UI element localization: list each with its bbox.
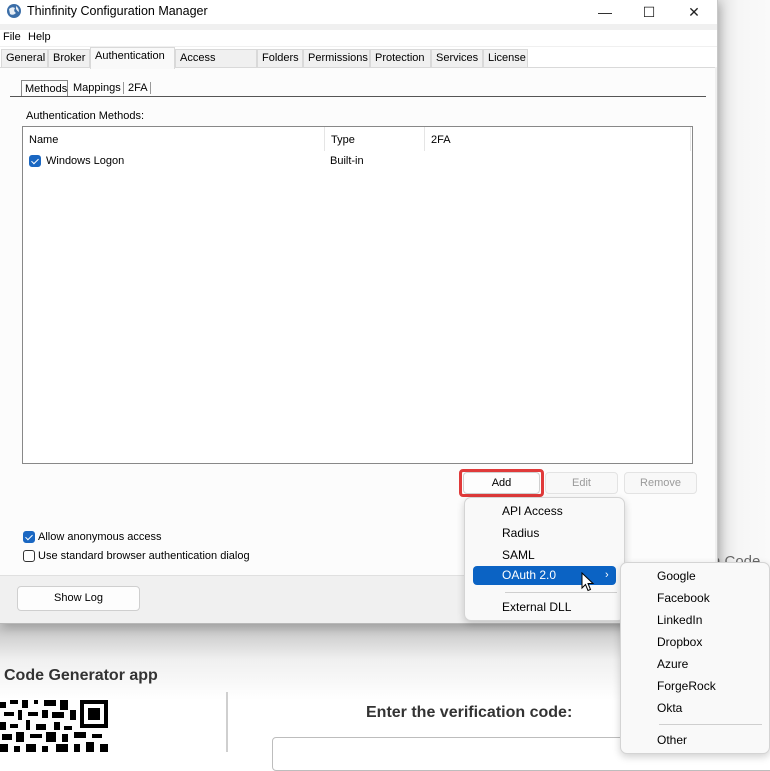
tab-permissions[interactable]: Permissions xyxy=(303,49,370,67)
menu-item-oauth[interactable]: OAuth 2.0 › xyxy=(465,566,624,588)
menu-item-label: OAuth 2.0 xyxy=(502,568,557,582)
submenu-item-okta[interactable]: Okta xyxy=(621,697,769,719)
show-log-button[interactable]: Show Log xyxy=(17,586,140,611)
qr-code xyxy=(0,698,108,752)
standard-browser-auth-checkbox[interactable] xyxy=(23,550,35,562)
verification-code-label: Enter the verification code: xyxy=(366,704,573,721)
column-header-type[interactable]: Type xyxy=(325,127,425,151)
tab-general[interactable]: General xyxy=(1,49,48,67)
menu-help[interactable]: Help xyxy=(28,31,51,43)
menu-item-label: SAML xyxy=(502,548,535,562)
submenu-item-google[interactable]: Google xyxy=(621,565,769,587)
tab-broker[interactable]: Broker xyxy=(48,49,90,67)
tab-access-profiles[interactable]: Access Profiles xyxy=(175,49,257,81)
authentication-methods-list[interactable]: Name Type 2FA Windows Logon Built-in xyxy=(22,126,693,464)
tab-authentication[interactable]: Authentication xyxy=(90,47,175,69)
column-header-name[interactable]: Name xyxy=(23,127,325,151)
row-name: Windows Logon xyxy=(46,155,125,167)
subtab-2fa[interactable]: 2FA xyxy=(125,80,151,96)
thinfinity-globe-icon xyxy=(7,4,21,18)
tab-services[interactable]: Services xyxy=(431,49,483,67)
maximize-button[interactable]: ☐ xyxy=(626,0,672,24)
close-button[interactable]: ✕ xyxy=(671,0,717,24)
list-header: Name Type 2FA xyxy=(23,127,692,151)
title-bar[interactable]: Thinfinity Configuration Manager — ☐ ✕ xyxy=(0,0,717,24)
submenu-item-label: Okta xyxy=(657,701,683,715)
subtabs-divider xyxy=(10,96,706,97)
menu-item-api-access[interactable]: API Access xyxy=(465,500,624,522)
submenu-item-dropbox[interactable]: Dropbox xyxy=(621,631,769,653)
menu-item-external-dll[interactable]: External DLL xyxy=(465,596,624,618)
row-enabled-checkbox[interactable] xyxy=(29,155,41,167)
allow-anonymous-checkbox[interactable] xyxy=(23,531,35,543)
submenu-separator xyxy=(659,724,762,725)
subtab-separator xyxy=(150,82,151,94)
window-title: Thinfinity Configuration Manager xyxy=(27,4,208,18)
background-page-edge xyxy=(718,0,770,620)
background-divider xyxy=(226,692,228,752)
tab-protection[interactable]: Protection xyxy=(370,49,431,67)
mouse-pointer-icon xyxy=(581,572,595,592)
subtab-mappings[interactable]: Mappings xyxy=(70,80,124,96)
submenu-item-label: Other xyxy=(657,733,688,747)
submenu-item-label: Azure xyxy=(657,657,689,671)
add-menu: API Access Radius SAML OAuth 2.0 › Exter… xyxy=(464,497,625,621)
submenu-item-linkedin[interactable]: LinkedIn xyxy=(621,609,769,631)
submenu-item-label: ForgeRock xyxy=(657,679,716,693)
menu-item-label: API Access xyxy=(502,504,563,518)
row-type: Built-in xyxy=(330,155,364,167)
menu-item-label: External DLL xyxy=(502,600,572,614)
close-icon: ✕ xyxy=(688,3,700,20)
main-tabs: General Broker Authentication Access Pro… xyxy=(0,47,717,81)
menu-item-radius[interactable]: Radius xyxy=(465,522,624,544)
oauth-submenu: Google Facebook LinkedIn Dropbox Azure F… xyxy=(620,562,770,754)
add-button-highlight xyxy=(459,469,544,497)
code-generator-heading: Code Generator app xyxy=(4,667,158,684)
menu-file[interactable]: File xyxy=(3,31,21,43)
minimize-button[interactable]: — xyxy=(582,0,628,24)
tab-license[interactable]: License xyxy=(483,49,528,67)
subtab-separator xyxy=(123,82,124,94)
column-header-2fa[interactable]: 2FA xyxy=(425,127,691,151)
minimize-icon: — xyxy=(598,4,612,20)
submenu-chevron-icon: › xyxy=(605,569,609,581)
menu-item-label: Radius xyxy=(502,526,540,540)
maximize-icon: ☐ xyxy=(642,3,656,20)
remove-button[interactable]: Remove xyxy=(624,472,697,494)
authentication-methods-label: Authentication Methods: xyxy=(26,110,145,122)
submenu-item-label: Facebook xyxy=(657,591,710,605)
edit-button[interactable]: Edit xyxy=(545,472,618,494)
submenu-item-forgerock[interactable]: ForgeRock xyxy=(621,675,769,697)
submenu-item-label: Dropbox xyxy=(657,635,703,649)
standard-browser-auth-label[interactable]: Use standard browser authentication dial… xyxy=(38,550,250,562)
submenu-item-facebook[interactable]: Facebook xyxy=(621,587,769,609)
submenu-item-label: LinkedIn xyxy=(657,613,703,627)
menu-item-saml[interactable]: SAML xyxy=(465,544,624,566)
table-row[interactable]: Windows Logon Built-in xyxy=(23,152,692,172)
submenu-item-other[interactable]: Other xyxy=(621,729,769,751)
submenu-item-azure[interactable]: Azure xyxy=(621,653,769,675)
menu-separator xyxy=(505,592,617,593)
menu-bar: File Help xyxy=(0,30,717,46)
tab-folders[interactable]: Folders xyxy=(257,49,303,67)
subtab-methods[interactable]: Methods xyxy=(21,80,68,96)
submenu-item-label: Google xyxy=(657,569,696,583)
allow-anonymous-label[interactable]: Allow anonymous access xyxy=(38,531,162,543)
